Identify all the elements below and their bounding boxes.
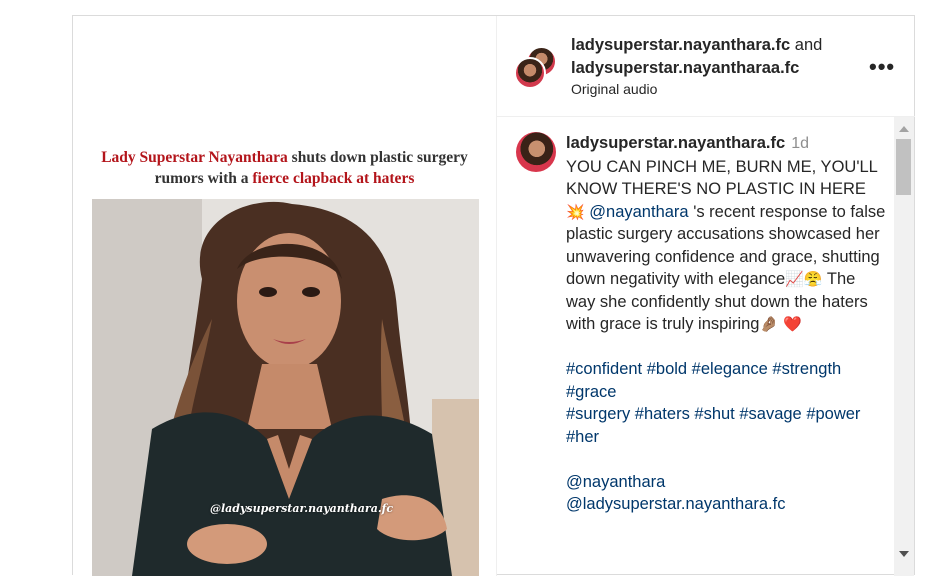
caption-gap [566,336,886,359]
post-container: Lady Superstar Nayanthara shuts down pla… [72,15,915,576]
caption-gap [566,448,886,471]
media-watermark: @ladysuperstar.nayanthara.fc [210,502,394,515]
caption-username[interactable]: ladysuperstar.nayanthara.fc [566,134,785,152]
header-user-line-2: ladysuperstar.nayantharaa.fc [571,59,799,78]
explosion-emoji-icon: 💥 [566,202,585,221]
caption-comment: ladysuperstar.nayanthara.fc 1d YOU CAN PI… [496,117,915,576]
hashtags-line-1[interactable]: #confident #bold #elegance #strength #gr… [566,358,886,403]
mention-link[interactable]: @nayanthara [589,203,688,221]
collab-avatars[interactable] [514,46,558,90]
woman-portrait-image [92,199,479,576]
headline-red-2: fierce clapback at haters [252,170,415,187]
heart-emoji-icon: 🤌🏽 ❤️ [759,315,802,333]
headline-text-2: rumors with a [154,170,253,187]
caption-text-1: YOU CAN PINCH ME, BURN ME, YOU'LL KNOW T… [566,157,878,199]
header-and: and [790,36,823,54]
media-photo[interactable]: @ladysuperstar.nayanthara.fc [92,199,479,576]
header-username-2[interactable]: ladysuperstar.nayantharaa.fc [571,59,799,77]
headline-text-1: shuts down plastic surgery [287,149,468,166]
scrollbar-thumb[interactable] [896,139,911,195]
post-media[interactable]: Lady Superstar Nayanthara shuts down pla… [73,16,497,576]
scroll-up-arrow-icon[interactable] [899,126,909,132]
caption-body: ladysuperstar.nayanthara.fc 1d YOU CAN PI… [566,132,886,516]
more-options-icon[interactable]: ••• [869,54,895,80]
hashtags-line-2[interactable]: #surgery #haters #shut #savage #power #h… [566,403,886,448]
scroll-down-arrow-icon[interactable] [899,551,909,557]
chart-emoji-icon: 📈😤 [785,270,823,288]
caption-timestamp[interactable]: 1d [791,135,809,152]
headline-red-1: Lady Superstar Nayanthara [101,149,288,166]
post-sidebar: ladysuperstar.nayanthara.fc and ladysupe… [496,16,915,576]
mention-link[interactable]: @nayanthara [566,471,886,494]
avatar[interactable] [514,57,546,89]
header-user-line: ladysuperstar.nayanthara.fc and [571,36,822,55]
avatar[interactable] [516,132,556,172]
comments-scrollbar[interactable] [894,117,914,576]
original-audio-link[interactable]: Original audio [571,81,657,97]
header-username-1[interactable]: ladysuperstar.nayanthara.fc [571,36,790,54]
media-headline: Lady Superstar Nayanthara shuts down pla… [73,147,496,189]
mention-link[interactable]: @ladysuperstar.nayanthara.fc [566,493,886,516]
post-header: ladysuperstar.nayanthara.fc and ladysupe… [496,16,915,117]
